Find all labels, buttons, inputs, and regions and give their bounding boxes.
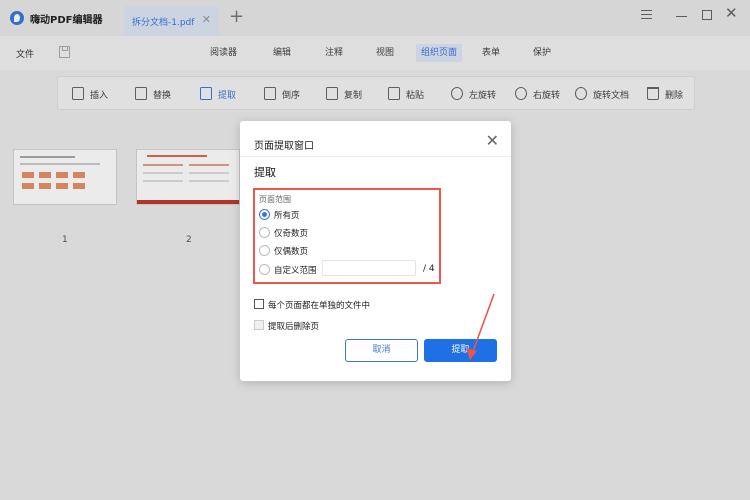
radio-label-even: 仅偶数页 (274, 247, 309, 257)
page-total: / 4 (423, 264, 435, 274)
dialog-divider (240, 156, 511, 157)
separate-files-label: 每个页面都在单独的文件中 (268, 301, 371, 311)
dialog-close-icon[interactable]: ✕ (486, 131, 499, 150)
radio-label-custom: 自定义范围 (274, 266, 317, 276)
radio-button-custom[interactable] (259, 264, 270, 275)
extract-pages-dialog: 页面提取窗口 ✕ 提取 页面范围 所有页 仅奇数页 仅偶数页 自定义范围 / 4… (240, 121, 511, 381)
page-range-label: 页面范围 (259, 195, 291, 204)
custom-range-input[interactable] (322, 260, 416, 276)
delete-after-label: 提取后删除页 (268, 322, 320, 332)
separate-files-checkbox[interactable] (254, 299, 264, 309)
cancel-button[interactable]: 取消 (345, 339, 418, 362)
radio-button-odd[interactable] (259, 227, 270, 238)
radio-button-even[interactable] (259, 245, 270, 256)
radio-label-odd: 仅奇数页 (274, 229, 309, 239)
extract-confirm-button[interactable]: 提取 (424, 339, 497, 362)
dialog-section-title: 提取 (254, 166, 276, 179)
dialog-title: 页面提取窗口 (254, 141, 314, 152)
radio-button-all[interactable] (259, 209, 270, 220)
radio-label-all: 所有页 (274, 211, 300, 221)
delete-after-checkbox[interactable] (254, 320, 264, 330)
